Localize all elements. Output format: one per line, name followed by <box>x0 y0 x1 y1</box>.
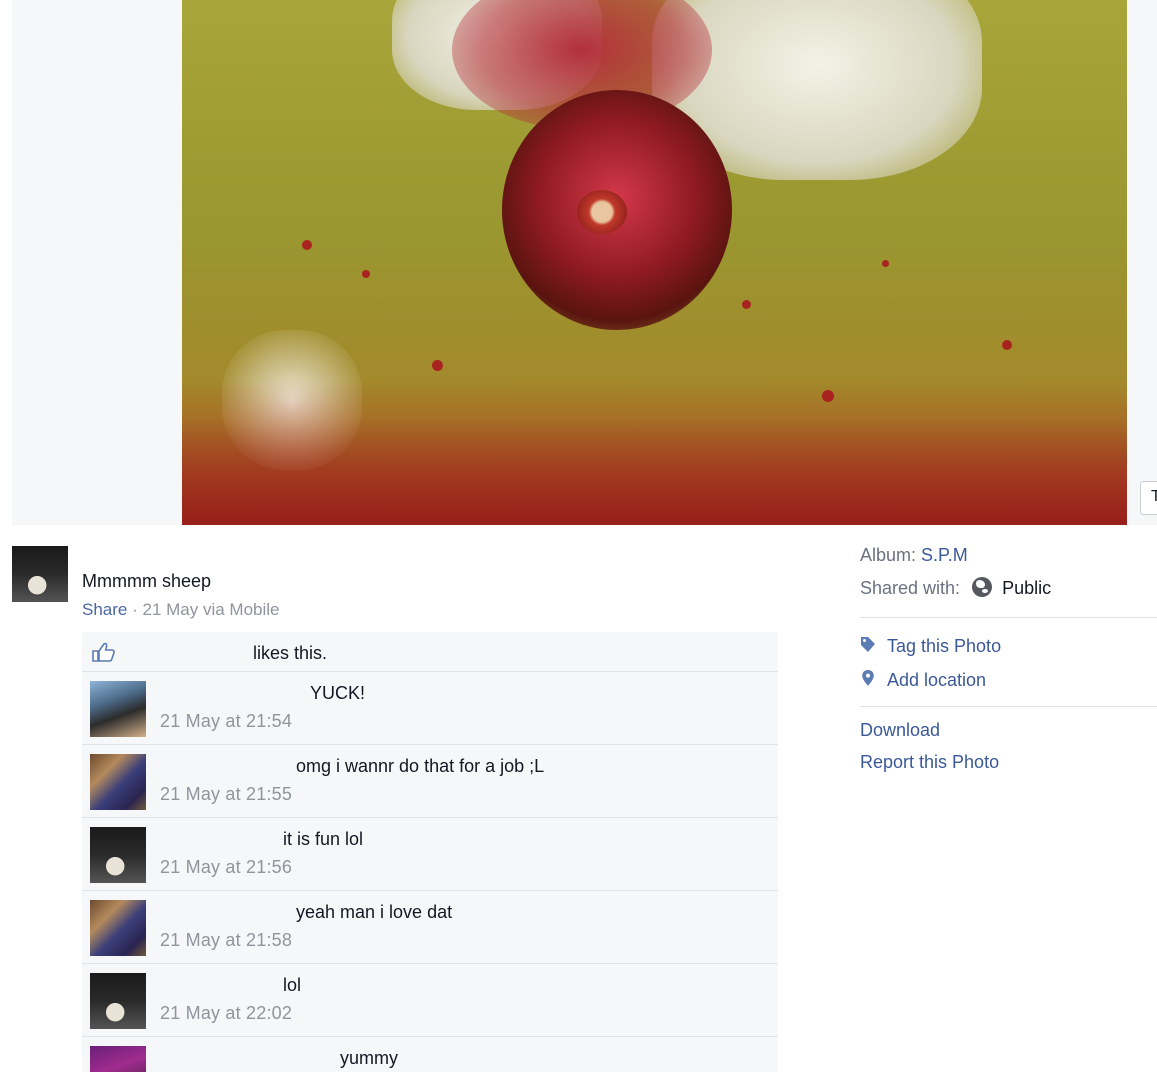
post-meta: Share · 21 May via Mobile <box>82 600 280 620</box>
download-link[interactable]: Download <box>860 720 940 741</box>
tag-photo-link[interactable]: Tag this Photo <box>887 636 1001 657</box>
commenter-avatar[interactable] <box>90 827 146 883</box>
comment-text: YUCK! <box>310 683 366 703</box>
comment-text: yummy <box>340 1048 398 1068</box>
comment-item: YUCK! 21 May at 21:54 <box>82 672 778 745</box>
tag-icon <box>861 637 875 652</box>
post-timestamp[interactable]: 21 May via Mobile <box>142 600 279 619</box>
comment-section: likes this. YUCK! 21 May at 21:54 omg i … <box>82 632 778 1072</box>
comment-item: yummy <box>82 1037 778 1072</box>
divider <box>860 706 1157 707</box>
report-photo-link[interactable]: Report this Photo <box>860 752 999 773</box>
photo-stage <box>12 0 1157 525</box>
divider <box>860 617 1157 618</box>
comment-item: yeah man i love dat 21 May at 21:58 <box>82 891 778 964</box>
comment-item: it is fun lol 21 May at 21:56 <box>82 818 778 891</box>
privacy-row: Shared with: Public <box>860 577 1051 599</box>
comment-text: it is fun lol <box>283 829 364 849</box>
commenter-avatar[interactable] <box>90 973 146 1029</box>
photo-caption: Mmmmm sheep <box>82 571 212 591</box>
like-sentence: likes this. <box>82 632 778 672</box>
comment-timestamp[interactable]: 21 May at 21:55 <box>160 784 292 805</box>
main-photo[interactable] <box>182 0 1127 525</box>
shared-with-label: Shared with: <box>860 578 961 598</box>
comment-timestamp[interactable]: 21 May at 22:02 <box>160 1003 292 1024</box>
owner-avatar[interactable] <box>12 546 68 602</box>
comment-timestamp[interactable]: 21 May at 21:54 <box>160 711 292 732</box>
commenter-avatar[interactable] <box>90 900 146 956</box>
comment-text: lol <box>283 975 302 995</box>
photo-side-button[interactable]: T <box>1140 481 1157 515</box>
likes-text: likes this. <box>253 643 328 663</box>
thumbs-up-icon <box>92 642 115 662</box>
comment-item: omg i wannr do that for a job ;L 21 May … <box>82 745 778 818</box>
comment-item: lol 21 May at 22:02 <box>82 964 778 1037</box>
location-pin-icon <box>862 670 874 686</box>
album-label: Album: <box>860 545 917 565</box>
share-link[interactable]: Share <box>82 600 127 619</box>
globe-icon <box>972 577 993 597</box>
commenter-avatar[interactable] <box>90 754 146 810</box>
meta-separator: · <box>127 600 143 619</box>
album-link[interactable]: S.P.M <box>921 545 968 565</box>
add-location-link[interactable]: Add location <box>887 670 986 691</box>
comment-text: yeah man i love dat <box>296 902 453 922</box>
commenter-avatar[interactable] <box>90 681 146 737</box>
comment-text: omg i wannr do that for a job ;L <box>296 756 545 776</box>
commenter-avatar[interactable] <box>90 1046 146 1072</box>
comment-timestamp[interactable]: 21 May at 21:56 <box>160 857 292 878</box>
comment-timestamp[interactable]: 21 May at 21:58 <box>160 930 292 951</box>
privacy-value[interactable]: Public <box>1002 578 1051 598</box>
album-row: Album: S.P.M <box>860 545 968 566</box>
